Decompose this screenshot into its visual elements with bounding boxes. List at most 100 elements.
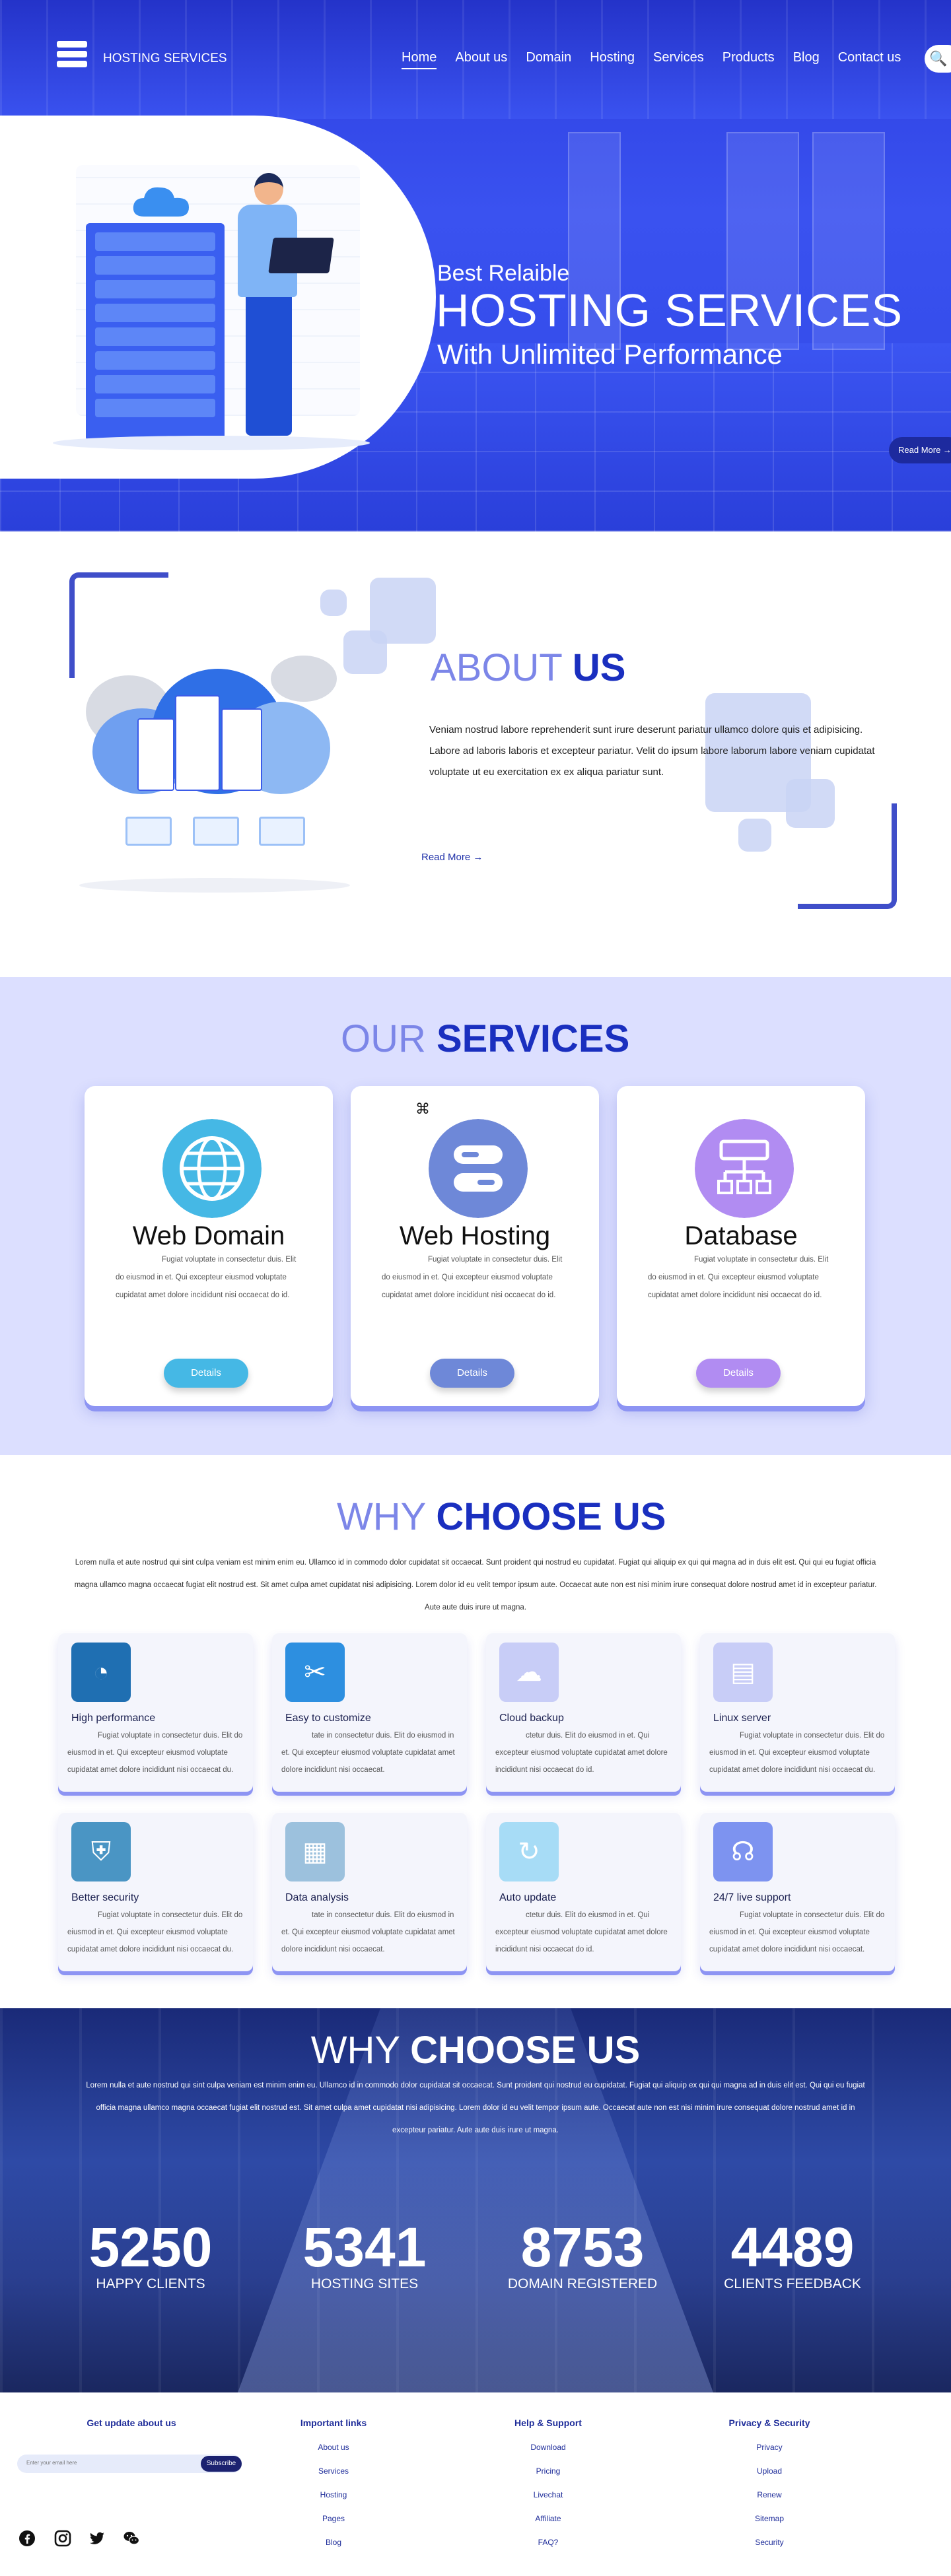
why-choose-section: WHY CHOOSE US Lorem nulla et aute nostru… bbox=[0, 1455, 951, 2008]
footer-column-title: Privacy & Security bbox=[728, 2418, 810, 2428]
monitor-icon bbox=[193, 817, 239, 846]
footer: Get update about us Subscribe Important … bbox=[0, 2392, 951, 2576]
decorative-square bbox=[738, 819, 771, 852]
nav-link-products[interactable]: Products bbox=[722, 50, 775, 69]
nav-link-hosting[interactable]: Hosting bbox=[590, 50, 635, 69]
hero-subtitle: With Unlimited Performance bbox=[437, 339, 783, 370]
footer-link-privacy[interactable]: Privacy bbox=[720, 2443, 819, 2452]
footer-link-renew[interactable]: Renew bbox=[720, 2490, 819, 2499]
cloud-icon: ☁ bbox=[499, 1643, 559, 1702]
stat-label: CLIENTS FEEDBACK bbox=[724, 2276, 861, 2291]
nav-link-blog[interactable]: Blog bbox=[793, 50, 820, 69]
feature-title: Cloud backup bbox=[499, 1712, 564, 1724]
feature-description: ctetur duis. Elit do eiusmod in et. Qui … bbox=[495, 1911, 668, 1953]
why-description: Lorem nulla et aute nostrud qui sint cul… bbox=[74, 1559, 877, 1611]
nav-link-services[interactable]: Services bbox=[653, 50, 704, 69]
person-illustration-head bbox=[254, 173, 283, 205]
decorative-square bbox=[320, 590, 347, 616]
feature-description: Fugiat voluptate in consectetur duis. El… bbox=[67, 1732, 243, 1774]
stats-section: WHY CHOOSE US Lorem nulla et aute nostru… bbox=[0, 2008, 951, 2392]
service-card-hosting: ⌘ Web Hosting Fugiat voluptate in consec… bbox=[351, 1086, 599, 1406]
footer-link-security[interactable]: Security bbox=[720, 2538, 819, 2547]
subscribe-button[interactable]: Subscribe bbox=[201, 2456, 242, 2472]
footer-link-pricing[interactable]: Pricing bbox=[499, 2466, 598, 2476]
hero-tagline: Best Relaible bbox=[437, 261, 570, 286]
brand-name[interactable]: HOSTING SERVICES bbox=[103, 51, 227, 66]
feature-title: Easy to customize bbox=[285, 1712, 371, 1724]
about-section: ABOUT US Veniam nostrud labore reprehend… bbox=[0, 531, 951, 977]
nav-link-about[interactable]: About us bbox=[455, 50, 507, 69]
feature-card: ☁ Cloud backup ctetur duis. Elit do eiusmo… bbox=[486, 1633, 681, 1792]
stats-title: WHY CHOOSE US bbox=[310, 2029, 641, 2072]
details-button[interactable]: Details bbox=[430, 1359, 514, 1388]
hero-section: HOSTING SERVICES Home About us Domain Ho… bbox=[0, 0, 951, 531]
details-button[interactable]: Details bbox=[696, 1359, 781, 1388]
footer-help-support: Help & Support Download Pricing Livechat… bbox=[499, 2418, 598, 2561]
feature-description: Fugiat voluptate in consectetur duis. El… bbox=[709, 1911, 885, 1953]
stat-clients-feedback: 4489 CLIENTS FEEDBACK bbox=[713, 2220, 872, 2292]
email-field[interactable] bbox=[26, 2460, 158, 2466]
feature-title: Linux server bbox=[713, 1712, 771, 1724]
nav-link-home[interactable]: Home bbox=[402, 50, 437, 69]
feature-description: tate in consectetur duis. Elit do eiusmo… bbox=[281, 1911, 455, 1953]
server-logo-icon[interactable] bbox=[57, 41, 87, 74]
footer-subscribe-column: Get update about us bbox=[48, 2418, 215, 2443]
footer-column-title: Help & Support bbox=[514, 2418, 582, 2428]
twitter-icon[interactable] bbox=[88, 2530, 106, 2547]
about-read-more-link[interactable]: Read More → bbox=[421, 852, 483, 863]
feature-title: Better security bbox=[71, 1892, 139, 1903]
refresh-icon: ↻ bbox=[499, 1822, 559, 1881]
footer-link-pages[interactable]: Pages bbox=[284, 2514, 383, 2523]
cloud-icon bbox=[133, 187, 189, 217]
footer-link-blog[interactable]: Blog bbox=[284, 2538, 383, 2547]
feature-description: ctetur duis. Elit do eiusmod in et. Qui … bbox=[495, 1732, 668, 1774]
feature-description: Fugiat voluptate in consectetur duis. El… bbox=[67, 1911, 243, 1953]
footer-link-affiliate[interactable]: Affiliate bbox=[499, 2514, 598, 2523]
service-description: Fugiat voluptate in consectetur duis. El… bbox=[382, 1256, 563, 1299]
stat-number: 5341 bbox=[302, 2216, 427, 2278]
service-name: Database bbox=[684, 1221, 798, 1250]
footer-link-sitemap[interactable]: Sitemap bbox=[720, 2514, 819, 2523]
stat-label: HAPPY CLIENTS bbox=[96, 2276, 205, 2291]
feature-card: ↻ Auto update ctetur duis. Elit do eiusmod… bbox=[486, 1813, 681, 1971]
footer-link-hosting[interactable]: Hosting bbox=[284, 2490, 383, 2499]
footer-link-faq[interactable]: FAQ? bbox=[499, 2538, 598, 2547]
server-icon bbox=[429, 1119, 528, 1218]
service-description: Fugiat voluptate in consectetur duis. El… bbox=[648, 1256, 829, 1299]
service-card-domain: Web Domain Fugiat voluptate in consectet… bbox=[85, 1086, 333, 1406]
stat-label: HOSTING SITES bbox=[310, 2276, 419, 2291]
footer-link-livechat[interactable]: Livechat bbox=[499, 2490, 598, 2499]
service-card-database: Database Fugiat voluptate in consectetur… bbox=[617, 1086, 865, 1406]
shield-icon: ⛨ bbox=[71, 1822, 131, 1881]
about-text: Veniam nostrud labore reprehenderit sunt… bbox=[429, 724, 875, 778]
monitor-icon bbox=[259, 817, 305, 846]
feature-title: 24/7 live support bbox=[713, 1892, 791, 1903]
feature-card: ☊ 24/7 live support Fugiat voluptate in co… bbox=[700, 1813, 895, 1971]
speedometer-icon: ◔ bbox=[71, 1643, 131, 1702]
tools-icon: ✂ bbox=[285, 1643, 345, 1702]
stats-description: Lorem nulla et aute nostrud qui sint cul… bbox=[86, 2082, 865, 2134]
wechat-icon[interactable] bbox=[123, 2530, 140, 2547]
details-button[interactable]: Details bbox=[164, 1359, 248, 1388]
subscribe-form: Subscribe bbox=[17, 2455, 242, 2473]
facebook-icon[interactable] bbox=[18, 2530, 36, 2547]
footer-link-upload[interactable]: Upload bbox=[720, 2466, 819, 2476]
service-description: Fugiat voluptate in consectetur duis. El… bbox=[116, 1256, 297, 1299]
footer-privacy-security: Privacy & Security Privacy Upload Renew … bbox=[720, 2418, 819, 2561]
search-icon[interactable]: 🔍 bbox=[925, 45, 951, 73]
illustration-floor bbox=[79, 878, 350, 893]
nav-link-domain[interactable]: Domain bbox=[526, 50, 571, 69]
footer-link-services[interactable]: Services bbox=[284, 2466, 383, 2476]
footer-important-links: Important links About us Services Hostin… bbox=[284, 2418, 383, 2561]
why-title: WHY CHOOSE US bbox=[337, 1495, 666, 1538]
globe-icon bbox=[162, 1119, 262, 1218]
hero-read-more-button[interactable]: Read More → bbox=[889, 437, 951, 463]
stat-number: 8753 bbox=[520, 2216, 645, 2278]
services-title: OUR SERVICES bbox=[341, 1017, 630, 1060]
stat-number: 4489 bbox=[730, 2216, 855, 2278]
instagram-icon[interactable] bbox=[54, 2530, 71, 2547]
footer-link-about[interactable]: About us bbox=[284, 2443, 383, 2452]
nav-link-contact[interactable]: Contact us bbox=[838, 50, 901, 69]
footer-link-download[interactable]: Download bbox=[499, 2443, 598, 2452]
feature-card: ⛨ Better security Fugiat voluptate in cons… bbox=[58, 1813, 253, 1971]
